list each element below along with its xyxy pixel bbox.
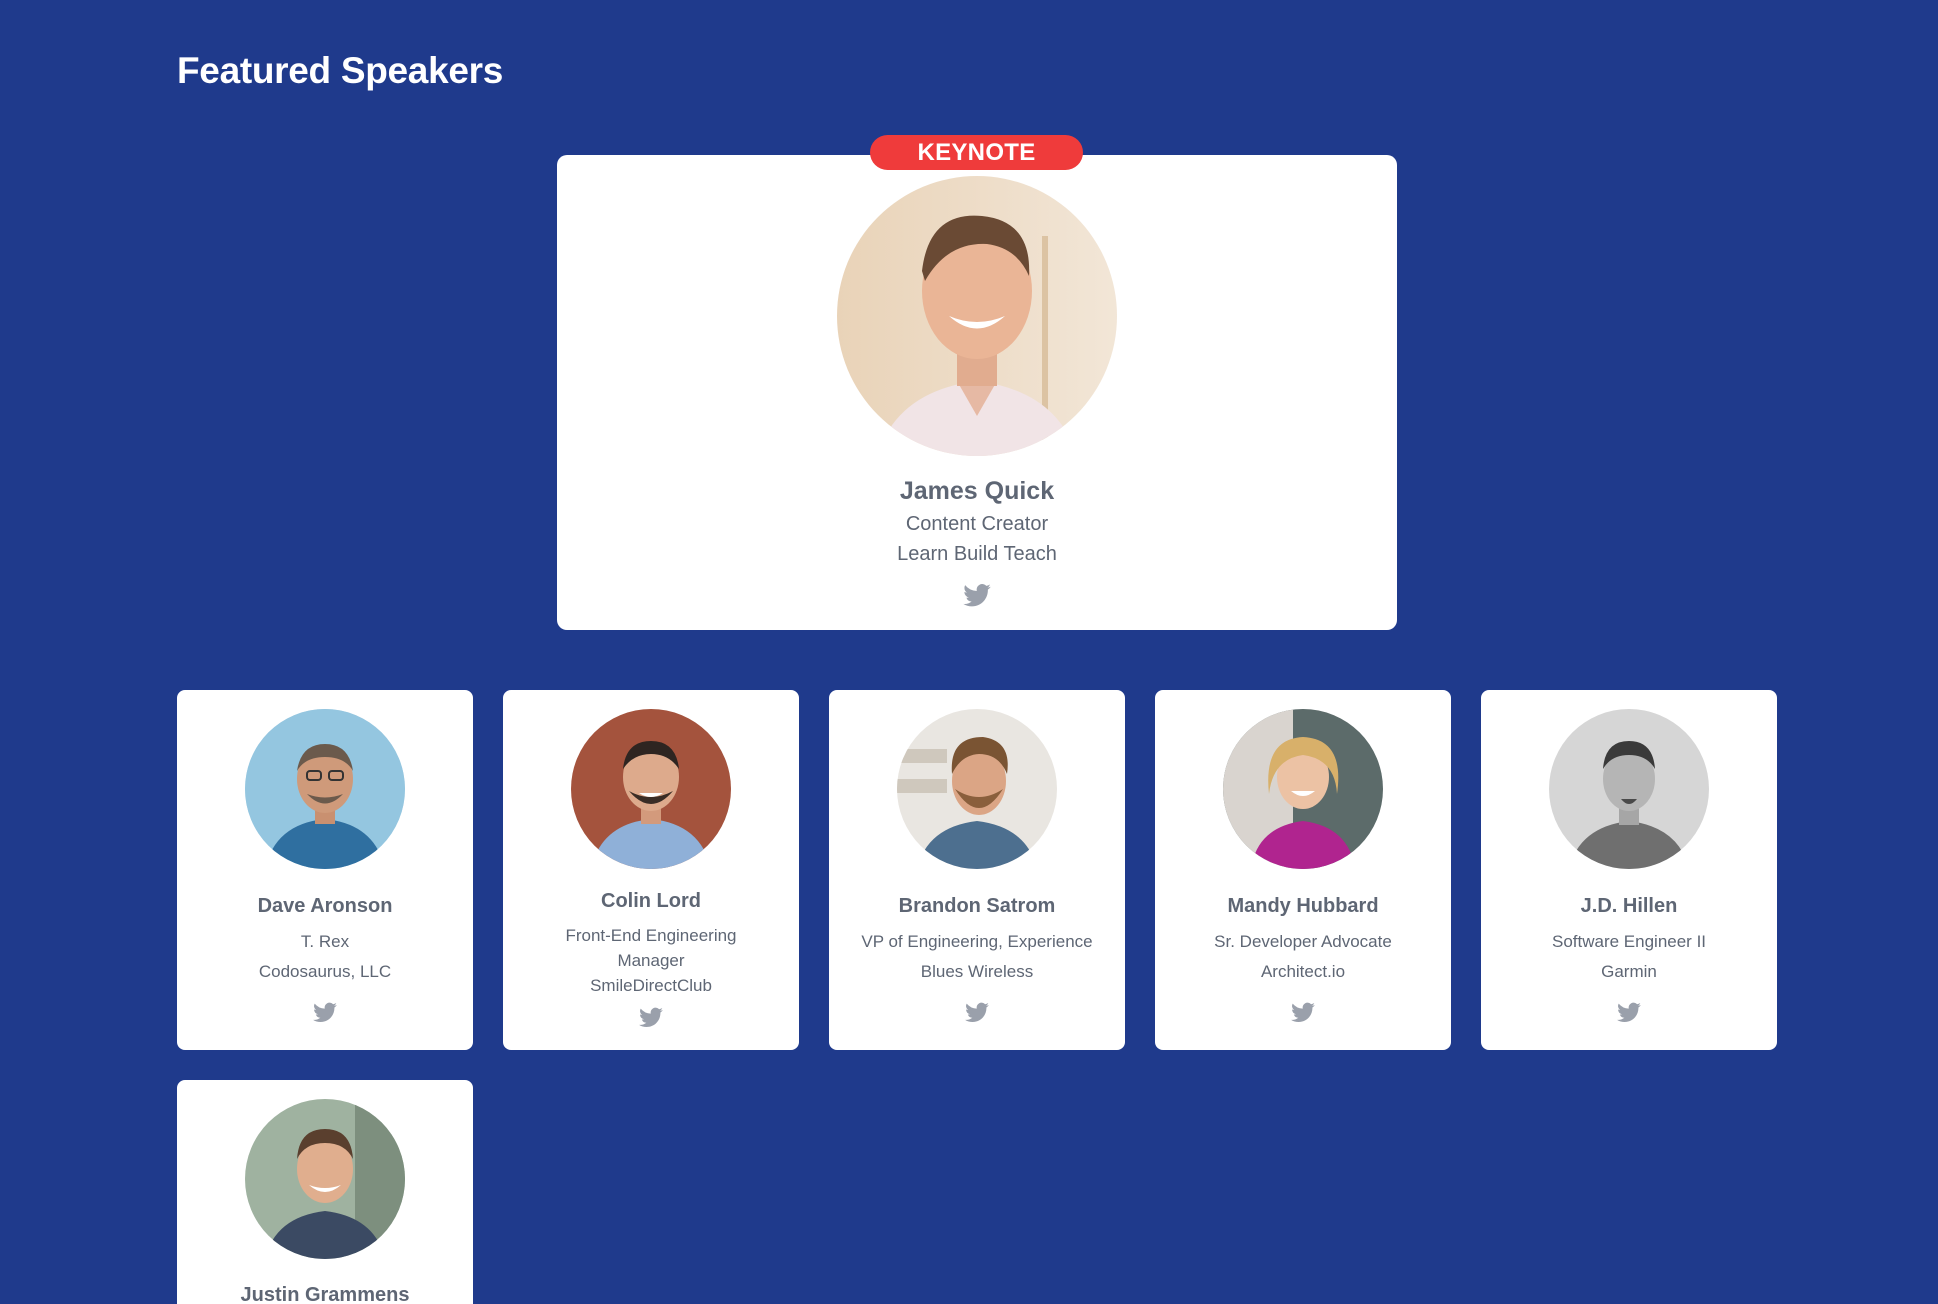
speaker-name: Justin Grammens	[240, 1284, 410, 1304]
avatar	[1223, 709, 1383, 869]
twitter-icon[interactable]	[1290, 1000, 1316, 1026]
speaker-title: Content Creator	[905, 513, 1049, 535]
twitter-icon[interactable]	[962, 581, 992, 611]
speaker-company: Learn Build Teach	[897, 543, 1057, 565]
speaker-company: SmileDirectClub	[590, 976, 712, 995]
speaker-name: Colin Lord	[601, 890, 701, 912]
avatar	[837, 176, 1117, 456]
speaker-card[interactable]: Dave Aronson T. Rex Codosaurus, LLC	[177, 690, 473, 1050]
speaker-company: Garmin	[1601, 962, 1657, 981]
twitter-icon[interactable]	[1616, 1000, 1642, 1026]
keynote-badge: KEYNOTE	[870, 135, 1083, 170]
twitter-icon[interactable]	[312, 1000, 338, 1026]
speaker-name: Mandy Hubbard	[1227, 895, 1379, 917]
speaker-title: VP of Engineering, Experience	[861, 932, 1093, 951]
speaker-title-line-1: Front-End Engineering	[565, 926, 737, 945]
avatar	[245, 1099, 405, 1259]
speaker-card[interactable]: Brandon Satrom VP of Engineering, Experi…	[829, 690, 1125, 1050]
avatar	[571, 709, 731, 869]
speaker-card[interactable]: Mandy Hubbard Sr. Developer Advocate Arc…	[1155, 690, 1451, 1050]
speaker-title: Sr. Developer Advocate	[1214, 932, 1392, 951]
speaker-name: Brandon Satrom	[898, 895, 1056, 917]
avatar	[245, 709, 405, 869]
section-title: Featured Speakers	[177, 50, 504, 91]
avatar	[897, 709, 1057, 869]
speaker-card[interactable]: Colin Lord Front-End Engineering Manager…	[503, 690, 799, 1050]
twitter-icon[interactable]	[964, 1000, 990, 1026]
speaker-name: James Quick	[899, 477, 1055, 505]
speaker-card[interactable]: Justin Grammens	[177, 1080, 473, 1304]
speaker-card[interactable]: J.D. Hillen Software Engineer II Garmin	[1481, 690, 1777, 1050]
speaker-title: T. Rex	[300, 932, 350, 951]
keynote-speaker-card[interactable]: James Quick Content Creator Learn Build …	[557, 155, 1397, 630]
speaker-name: Dave Aronson	[257, 895, 393, 917]
speaker-title-line-2: Manager	[617, 951, 685, 970]
speaker-company: Architect.io	[1260, 962, 1346, 981]
speaker-title: Software Engineer II	[1551, 932, 1707, 951]
featured-speakers-page: Featured Speakers James Quick Content Cr…	[0, 0, 1938, 1304]
speaker-company: Codosaurus, LLC	[258, 962, 392, 981]
speaker-company: Blues Wireless	[920, 962, 1034, 981]
speaker-name: J.D. Hillen	[1580, 895, 1678, 917]
avatar	[1549, 709, 1709, 869]
twitter-icon[interactable]	[638, 1005, 664, 1031]
